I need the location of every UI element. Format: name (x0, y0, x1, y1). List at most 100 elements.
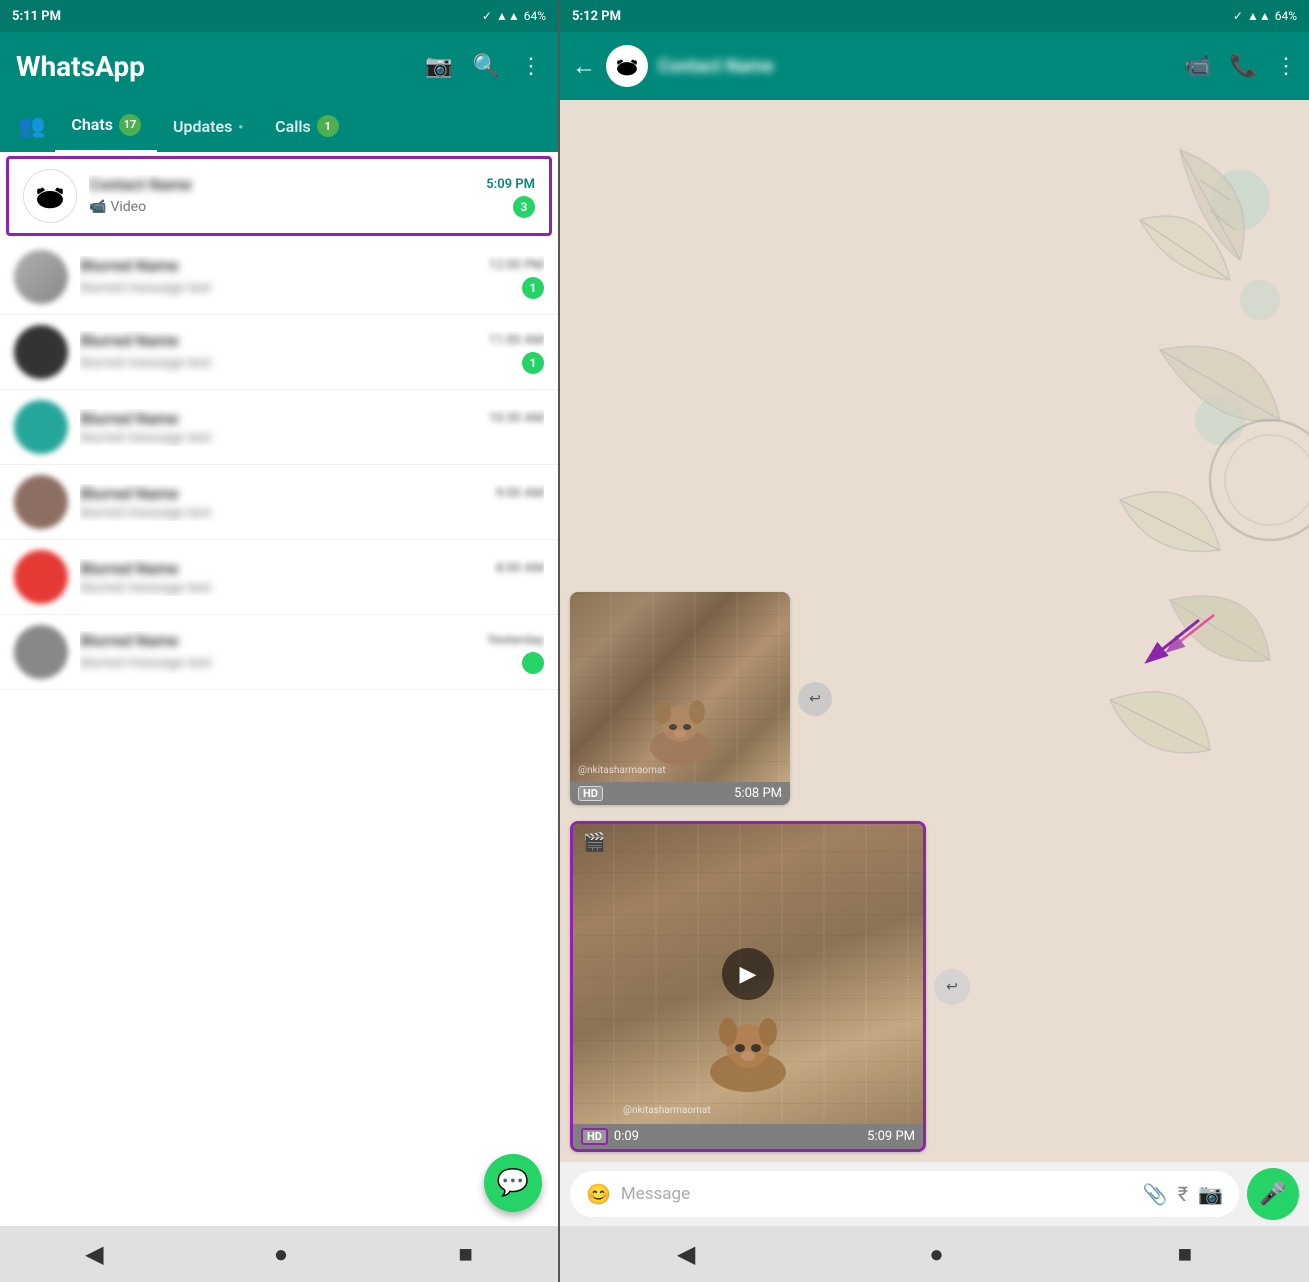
chat-item-6[interactable]: Blurred Name 8:00 AM blurred message tex… (0, 540, 558, 615)
avatar-4 (14, 400, 68, 454)
play-button-2[interactable]: ▶ (722, 948, 774, 1000)
video-bubble-1[interactable]: @nkitasharmaomat HD 5:08 PM (570, 592, 790, 805)
chat-content-7: Blurred Name Yesterday blurred message t… (80, 631, 544, 674)
chat-preview-1: 📹 Video (89, 199, 146, 215)
compose-fab[interactable]: 💬 (484, 1154, 542, 1212)
unread-badge-2: 1 (522, 277, 544, 299)
chat-name-6: Blurred Name (80, 559, 178, 578)
message-input-bar: 😊 Message 📎 ₹ 📷 🎤 (560, 1162, 1309, 1226)
compose-icon: 💬 (497, 1168, 529, 1198)
mic-icon: 🎤 (1259, 1182, 1286, 1207)
chat-item-7[interactable]: Blurred Name Yesterday blurred message t… (0, 615, 558, 690)
chat-preview-2: blurred message text (80, 280, 211, 296)
right-recents-nav-btn[interactable]: ■ (1178, 1240, 1193, 1269)
right-phone: 5:12 PM ✓ ▲▲ 64% ← Contact Name 📹 📞 ⋮ (560, 0, 1309, 1282)
chat-time-2: 12:00 PM (489, 258, 544, 273)
chat-item-4[interactable]: Blurred Name 10:30 AM blurred message te… (0, 390, 558, 465)
chat-item-3[interactable]: Blurred Name 11:00 AM blurred message te… (0, 315, 558, 390)
chat-top-5: Blurred Name 9:00 AM (80, 484, 544, 503)
chat-top-highlighted: Contact Name 5:09 PM (89, 175, 535, 194)
avatar-3 (14, 325, 68, 379)
chat-header-action-icons: 📹 📞 ⋮ (1184, 54, 1297, 79)
video-info-1: HD 5:08 PM (570, 782, 790, 805)
chat-bottom-3: blurred message text 1 (80, 352, 544, 374)
message-input-box[interactable]: 😊 Message 📎 ₹ 📷 (570, 1171, 1239, 1217)
check-circle-icon: ✓ (482, 9, 492, 23)
chat-time-7: Yesterday (487, 633, 544, 648)
mic-button[interactable]: 🎤 (1247, 1168, 1299, 1220)
avatar-7 (14, 625, 68, 679)
calls-unread-badge: 1 (317, 115, 339, 137)
right-check-icon: ✓ (1233, 9, 1243, 23)
camera-icon[interactable]: 📷 (425, 54, 452, 79)
video-time-2: 5:09 PM (867, 1129, 915, 1144)
right-back-nav-btn[interactable]: ◀ (677, 1240, 695, 1268)
forward-button-2[interactable]: ↩ (934, 969, 970, 1005)
home-nav-btn[interactable]: ● (274, 1240, 289, 1269)
tabs-bar: 👥 Chats 17 Updates ● Calls 1 (0, 100, 558, 152)
chats-unread-badge: 17 (119, 114, 141, 136)
updates-dot: ● (238, 122, 243, 131)
chat-content-3: Blurred Name 11:00 AM blurred message te… (80, 331, 544, 374)
chat-item-2[interactable]: Blurred Name 12:00 PM blurred message te… (0, 240, 558, 315)
dog-image-1 (635, 692, 725, 767)
chats-tab-label: Chats (71, 115, 113, 134)
community-tab-icon[interactable]: 👥 (8, 114, 55, 139)
chat-header: ← Contact Name 📹 📞 ⋮ (560, 32, 1309, 100)
chat-bottom-4: blurred message text (80, 430, 544, 446)
search-icon[interactable]: 🔍 (473, 54, 500, 79)
rupee-icon[interactable]: ₹ (1178, 1182, 1188, 1206)
updates-tab[interactable]: Updates ● (157, 103, 259, 150)
video-time-1: 5:08 PM (734, 786, 782, 801)
chat-top-7: Blurred Name Yesterday (80, 631, 544, 650)
video-meta-2: HD 0:09 (581, 1128, 639, 1145)
calls-tab[interactable]: Calls 1 (259, 101, 355, 151)
chat-item-highlighted[interactable]: Contact Name 5:09 PM 📹 Video 3 (6, 156, 552, 236)
menu-icon[interactable]: ⋮ (520, 54, 542, 79)
forward-button-1[interactable]: ↩ (798, 682, 832, 716)
hd-badge-1: HD (578, 786, 603, 801)
recents-nav-btn[interactable]: ■ (458, 1240, 473, 1269)
message-row-1: @nkitasharmaomat HD 5:08 PM ↩ (570, 592, 1299, 805)
emoji-icon[interactable]: 😊 (586, 1182, 611, 1206)
chat-bottom-5: blurred message text (80, 505, 544, 521)
chat-bottom-7: blurred message text (80, 652, 544, 674)
chat-top-6: Blurred Name 8:00 AM (80, 559, 544, 578)
left-time: 5:11 PM (12, 9, 61, 24)
back-button[interactable]: ← (572, 52, 596, 81)
chat-item-5[interactable]: Blurred Name 9:00 AM blurred message tex… (0, 465, 558, 540)
chat-bottom-1: 📹 Video 3 (89, 196, 535, 218)
video-call-icon[interactable]: 📹 (1184, 54, 1211, 79)
chat-bottom-2: blurred message text 1 (80, 277, 544, 299)
chats-tab[interactable]: Chats 17 (55, 100, 157, 153)
camera-input-icon[interactable]: 📷 (1198, 1182, 1223, 1206)
chat-name-3: Blurred Name (80, 331, 178, 350)
chat-time-1: 5:09 PM (486, 177, 535, 192)
chat-menu-icon[interactable]: ⋮ (1275, 54, 1297, 79)
chat-preview-3: blurred message text (80, 355, 211, 371)
right-home-nav-btn[interactable]: ● (929, 1240, 944, 1269)
watermark-1: @nkitasharmaomat (578, 765, 666, 776)
attach-icon[interactable]: 📎 (1143, 1182, 1168, 1206)
back-nav-btn[interactable]: ◀ (85, 1240, 103, 1268)
chat-name-1: Contact Name (89, 175, 192, 194)
right-nav-bar: ◀ ● ■ (560, 1226, 1309, 1282)
voice-call-icon[interactable]: 📞 (1230, 54, 1257, 79)
message-row-2: 🎬 ▶ @ (570, 821, 1299, 1152)
video-bubble-2[interactable]: 🎬 ▶ @ (570, 821, 926, 1152)
chat-contact-name[interactable]: Contact Name (658, 56, 1174, 77)
avatar-2 (14, 250, 68, 304)
right-time: 5:12 PM (572, 9, 621, 24)
chat-content-4: Blurred Name 10:30 AM blurred message te… (80, 409, 544, 446)
chat-preview-6: blurred message text (80, 580, 211, 596)
header-action-icons: 📷 🔍 ⋮ (425, 54, 542, 79)
chat-top-2: Blurred Name 12:00 PM (80, 256, 544, 275)
chat-header-avatar[interactable] (606, 45, 648, 87)
chat-list: Contact Name 5:09 PM 📹 Video 3 Blurred N… (0, 152, 558, 1226)
messages-list: @nkitasharmaomat HD 5:08 PM ↩ (570, 110, 1299, 1152)
chat-content-highlighted: Contact Name 5:09 PM 📹 Video 3 (89, 175, 535, 218)
avatar-batman (23, 169, 77, 223)
updates-tab-label: Updates (173, 117, 232, 136)
dog-image-2 (693, 1004, 803, 1094)
preview-text-1: Video (110, 199, 146, 215)
